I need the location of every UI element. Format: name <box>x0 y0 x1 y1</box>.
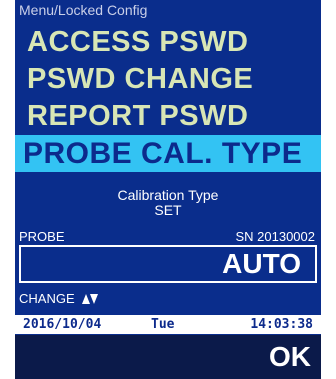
status-date: 2016/10/04 <box>23 317 102 332</box>
calibration-value-field[interactable]: AUTO <box>19 245 317 283</box>
status-time: 14:03:38 <box>250 317 313 332</box>
probe-label: PROBE <box>19 229 65 244</box>
change-control[interactable]: CHANGE <box>19 288 99 311</box>
probe-serial-number: SN 20130002 <box>235 229 315 244</box>
status-bar: 2016/10/04 Tue 14:03:38 <box>15 315 321 334</box>
menu-item-pswd-change[interactable]: PSWD CHANGE <box>15 61 321 98</box>
change-label: CHANGE <box>19 291 75 306</box>
softkey-bar: OK <box>15 335 321 379</box>
calibration-set-heading: SET <box>154 202 182 218</box>
menu-breadcrumb: Menu/Locked Config <box>19 2 148 18</box>
status-day: Tue <box>151 317 175 332</box>
calibration-value: AUTO <box>222 248 301 279</box>
calibration-type-heading: Calibration Type <box>117 187 219 203</box>
device-screen: Menu/Locked Config ACCESS PSWD PSWD CHAN… <box>15 0 321 379</box>
menu-item-report-pswd[interactable]: REPORT PSWD <box>15 98 321 135</box>
up-down-arrows-icon <box>82 289 99 311</box>
probe-info-row: PROBE SN 20130002 <box>15 228 321 246</box>
menu-item-probe-cal-type[interactable]: PROBE CAL. TYPE <box>15 135 321 172</box>
ok-button[interactable]: OK <box>269 339 311 375</box>
menu-item-access-pswd[interactable]: ACCESS PSWD <box>15 24 321 61</box>
